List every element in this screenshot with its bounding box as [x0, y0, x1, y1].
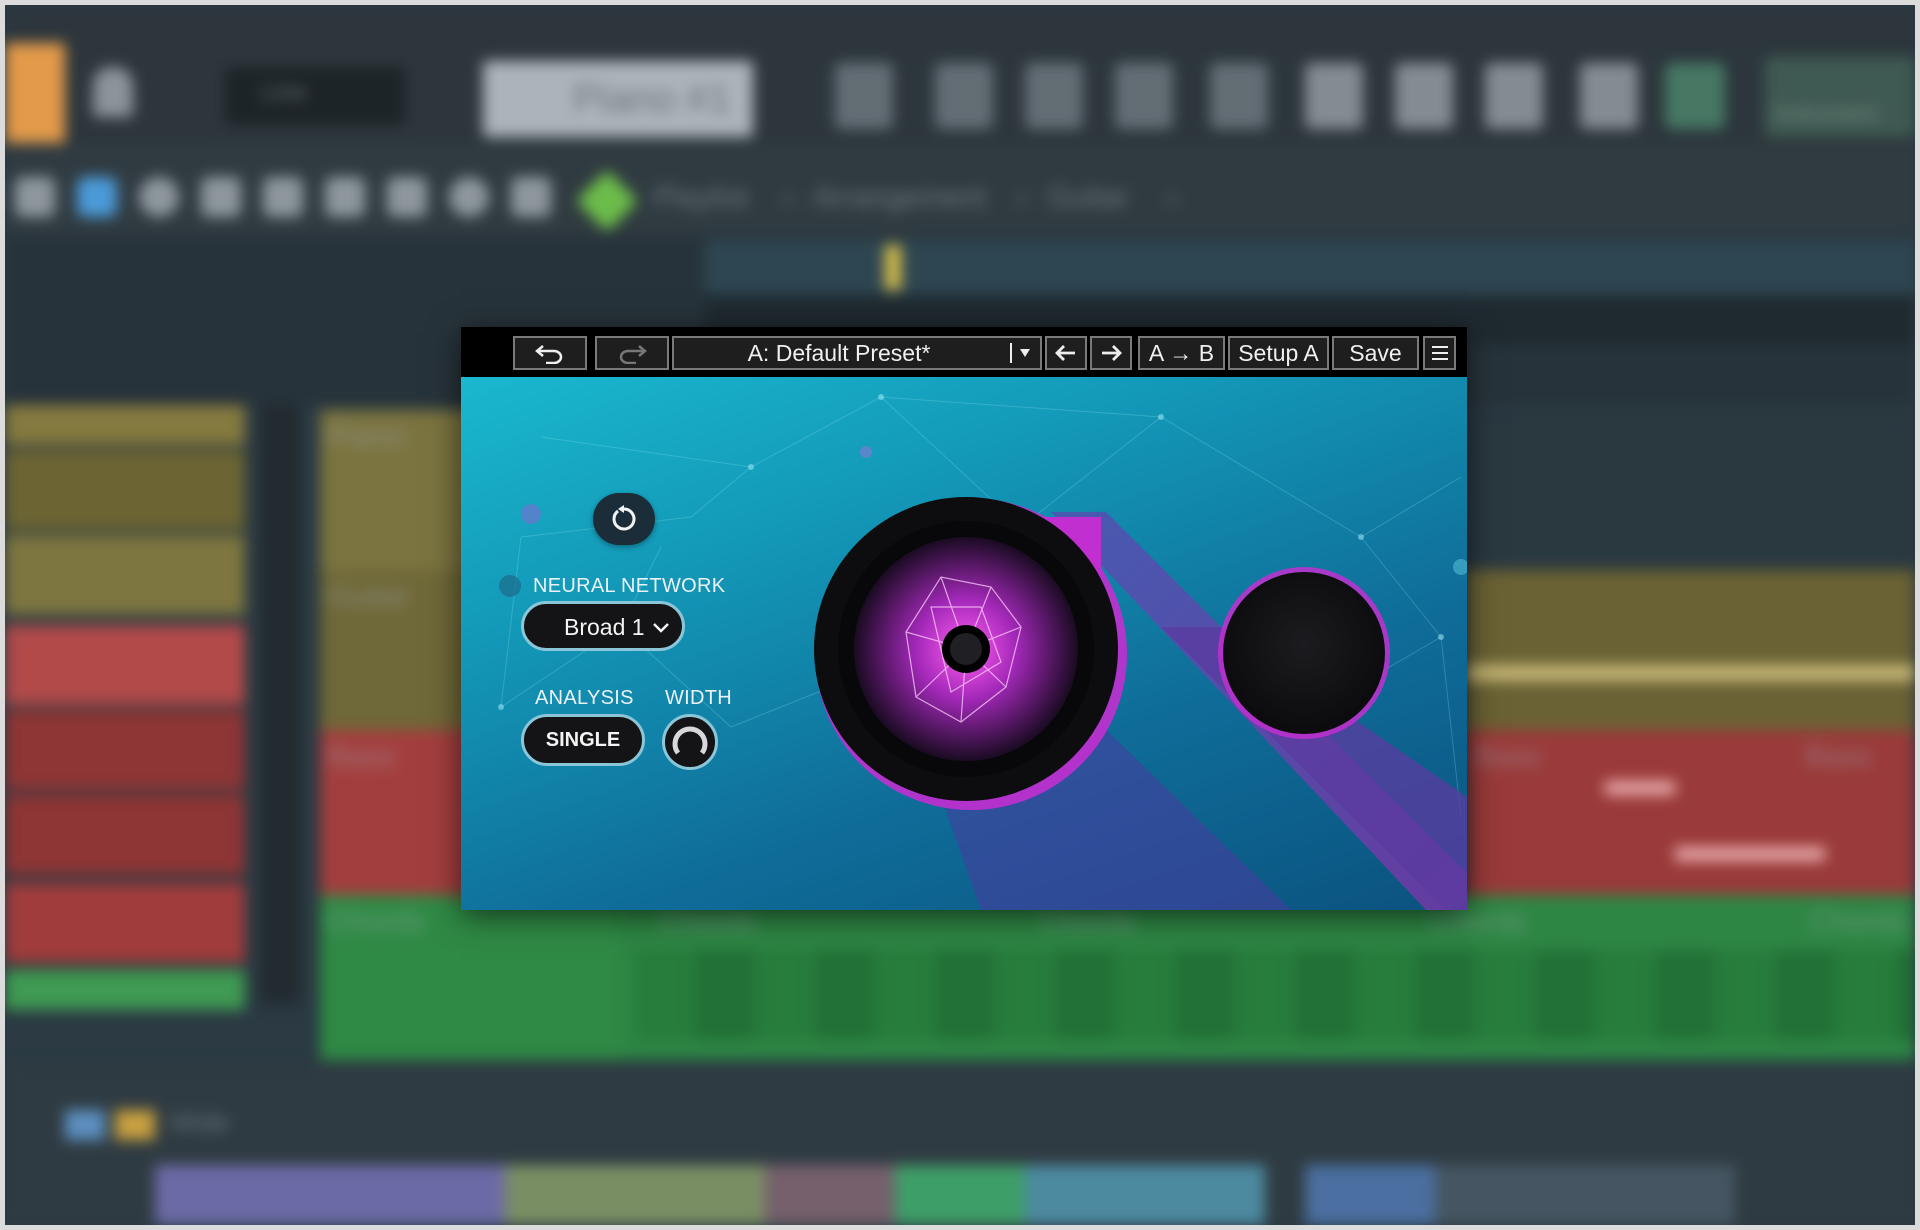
tool-icon: [1665, 63, 1725, 129]
user-icon[interactable]: [93, 67, 133, 117]
screenshot-frame: Line Piano #1 Instrument Playlist › Arra…: [5, 5, 1915, 1225]
neural-network-value: Broad 1: [564, 614, 645, 640]
arrow-left-icon: [1055, 345, 1075, 361]
width-label: WIDTH: [665, 687, 733, 709]
tool-icon: [1025, 63, 1083, 129]
analysis-toggle[interactable]: SINGLE: [521, 714, 645, 766]
playlist-breadcrumb[interactable]: Playlist › Arrangement › Guitar ›: [575, 169, 1285, 233]
ab-compare-button[interactable]: A → B: [1138, 336, 1225, 370]
playlist-tools: [15, 177, 551, 227]
analysis-label: ANALYSIS: [535, 687, 634, 709]
tool-icon: [1395, 63, 1453, 129]
width-knob-arc: [672, 726, 708, 755]
tool-icon: [1580, 63, 1638, 129]
undo-button[interactable]: [513, 336, 587, 370]
plugin-window: A: Default Preset* A → B Setup A Save NE…: [461, 327, 1467, 910]
previous-preset-button[interactable]: [1045, 336, 1087, 370]
redo-button[interactable]: [595, 336, 669, 370]
preset-name: A: Default Preset*: [747, 339, 931, 366]
neural-network-dropdown[interactable]: Broad 1: [521, 601, 685, 651]
toolbar-icons: [825, 63, 1725, 133]
plugin-canvas: NEURAL NETWORK Broad 1 ANALYSIS SINGLE W…: [461, 377, 1467, 910]
preset-divider: [1010, 343, 1012, 363]
undo-icon: [535, 345, 563, 364]
width-knob[interactable]: [662, 714, 718, 770]
menu-button[interactable]: [1423, 336, 1456, 370]
tool-icon: [1115, 63, 1173, 129]
neural-network-link-icon[interactable]: [499, 575, 521, 597]
setup-button[interactable]: Setup A: [1228, 336, 1329, 370]
dropdown-arrow-icon: [1020, 349, 1030, 357]
redo-icon: [619, 345, 647, 364]
tool-icon: [935, 63, 993, 129]
reset-button[interactable]: [593, 493, 655, 545]
arrow-right-icon: [1102, 345, 1122, 361]
next-preset-button[interactable]: [1090, 336, 1132, 370]
tool-icon: [1305, 63, 1363, 129]
save-button[interactable]: Save: [1332, 336, 1419, 370]
chevron-down-icon: [653, 623, 669, 633]
preset-selector[interactable]: A: Default Preset*: [672, 336, 1042, 370]
plugin-toolbar: A: Default Preset* A → B Setup A Save: [461, 327, 1467, 377]
tool-icon: [1485, 63, 1543, 129]
playlist-icon: [575, 169, 639, 233]
channel-name-display[interactable]: Piano #1: [483, 61, 753, 137]
tool-icon: [835, 63, 893, 129]
tool-icon: [1210, 63, 1268, 129]
pattern-select[interactable]: Line: [225, 67, 405, 125]
analysis-value: SINGLE: [545, 728, 621, 751]
neural-network-label: NEURAL NETWORK: [533, 575, 726, 597]
hamburger-menu-icon: [1431, 346, 1448, 360]
reset-icon: [612, 505, 636, 531]
